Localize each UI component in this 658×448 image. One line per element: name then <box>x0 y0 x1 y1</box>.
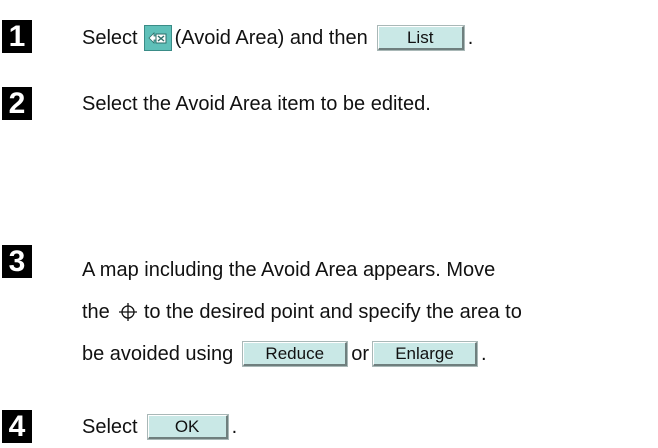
crosshair-icon <box>118 302 138 322</box>
step-3-line-1: A map including the Avoid Area appears. … <box>82 258 495 282</box>
step-1-text-middle: (Avoid Area) and then <box>174 27 368 49</box>
step-3-text-after: . <box>481 343 487 365</box>
enlarge-button[interactable]: Enlarge <box>372 341 479 367</box>
step-1-text-after: . <box>467 27 474 49</box>
step-2-text: Select the Avoid Area item to be edited. <box>82 93 431 115</box>
step-3-text-line-1: A map including the Avoid Area appears. … <box>82 259 496 281</box>
step-1-number: 1 <box>2 20 32 53</box>
step-2-number: 2 <box>2 87 32 120</box>
step-1-text-before: Select <box>82 27 138 49</box>
step-3-text-line-2-after: to the desired point and specify the are… <box>143 301 522 323</box>
step-1-line: Select (Avoid Area) and then List . <box>82 25 473 51</box>
step-3-text-or: or <box>351 343 370 365</box>
step-4-number: 4 <box>2 410 32 443</box>
step-3-number: 3 <box>2 245 32 278</box>
reduce-button[interactable]: Reduce <box>242 341 349 367</box>
avoid-area-icon[interactable] <box>143 25 172 51</box>
step-3-text-line-2-before: the <box>82 301 110 323</box>
step-3-line-3: be avoided using Reduce or Enlarge . <box>82 341 487 367</box>
step-4-text-before: Select <box>82 416 138 438</box>
step-2-line: Select the Avoid Area item to be edited. <box>82 92 431 116</box>
list-button[interactable]: List <box>376 25 465 51</box>
step-3-line-2: the to the desired point and specify the… <box>82 300 522 324</box>
step-4-line: Select OK . <box>82 414 238 440</box>
ok-button[interactable]: OK <box>146 414 229 440</box>
step-4-text-after: . <box>231 416 238 438</box>
step-3-text-line-3-before: be avoided using <box>82 343 234 365</box>
